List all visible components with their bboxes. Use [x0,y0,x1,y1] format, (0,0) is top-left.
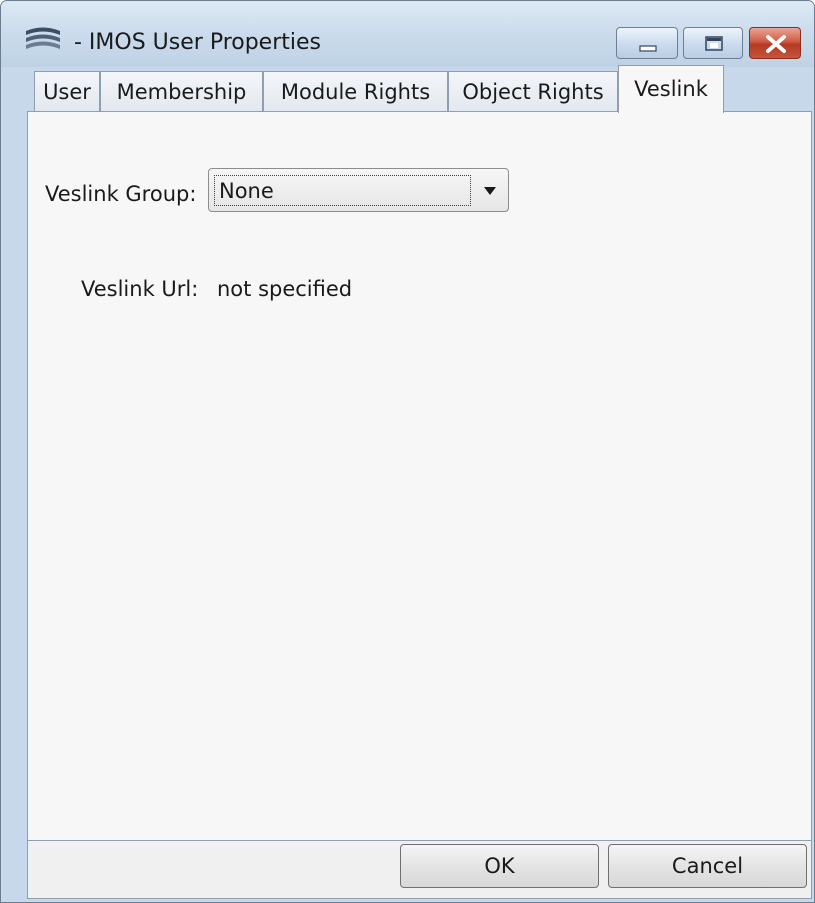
tab-module-rights[interactable]: Module Rights [263,71,448,112]
cancel-button[interactable]: Cancel [608,844,807,888]
minimize-button[interactable] [616,27,678,59]
maximize-icon [705,36,723,51]
veslink-url-label: Veslink Url: [81,277,199,301]
tab-label: Object Rights [462,80,604,104]
veslink-url-value: not specified [217,277,353,301]
veslink-group-select[interactable]: None [208,168,509,212]
tab-label: Module Rights [280,80,431,104]
tab-membership[interactable]: Membership [100,71,263,112]
tab-veslink[interactable]: Veslink [618,65,724,113]
veslink-group-value: None [219,179,274,203]
minimize-icon [639,45,657,52]
maximize-button[interactable] [683,27,743,59]
veslink-group-label: Veslink Group: [45,182,197,206]
tab-user[interactable]: User [34,71,100,112]
tab-object-rights[interactable]: Object Rights [448,71,618,112]
dialog-window: - IMOS User Properties User Membership M… [0,0,815,903]
close-icon [766,35,786,53]
title-bar[interactable]: - IMOS User Properties [1,1,814,67]
dropdown-arrow-icon[interactable] [484,187,496,195]
app-logo-icon [26,27,60,49]
tab-label: User [43,80,91,104]
tab-label: Membership [116,80,247,104]
ok-button[interactable]: OK [400,844,599,888]
close-button[interactable] [749,27,801,59]
tab-label: Veslink [634,77,708,101]
window-title: - IMOS User Properties [74,30,321,55]
veslink-panel [27,111,812,841]
